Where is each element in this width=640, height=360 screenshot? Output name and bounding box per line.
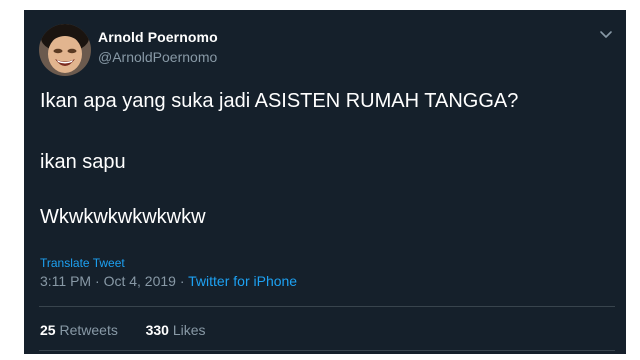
chevron-down-icon[interactable] xyxy=(598,28,614,40)
likes-stat[interactable]: 330 Likes xyxy=(146,322,206,338)
retweets-label: Retweets xyxy=(59,322,118,338)
tweet-source-link[interactable]: Twitter for iPhone xyxy=(188,273,297,289)
author-handle[interactable]: @ArnoldPoernomo xyxy=(98,49,217,65)
divider xyxy=(39,350,615,351)
translate-tweet-link[interactable]: Translate Tweet xyxy=(40,256,125,270)
tweet-text-line-2: ikan sapu xyxy=(40,151,126,173)
meta-separator: · xyxy=(95,273,100,289)
tweet-time[interactable]: 3:11 PM xyxy=(40,273,91,289)
tweet-text-line-3: Wkwkwkwkwkwkw xyxy=(40,206,206,228)
meta-separator: · xyxy=(179,273,185,289)
tweet-card: Arnold Poernomo @ArnoldPoernomo Ikan apa… xyxy=(24,10,626,354)
tweet-date[interactable]: Oct 4, 2019 xyxy=(104,273,176,289)
tweet-stats: 25 Retweets 330 Likes xyxy=(40,322,206,338)
avatar[interactable] xyxy=(39,24,91,76)
likes-count: 330 xyxy=(145,322,169,338)
author-name[interactable]: Arnold Poernomo xyxy=(98,29,218,45)
avatar-image xyxy=(39,24,91,76)
tweet-meta: 3:11 PM · Oct 4, 2019 · Twitter for iPho… xyxy=(40,273,297,289)
retweets-stat[interactable]: 25 Retweets xyxy=(40,322,122,338)
divider xyxy=(39,306,615,307)
likes-label: Likes xyxy=(172,322,206,338)
tweet-text-line-1: Ikan apa yang suka jadi ASISTEN RUMAH TA… xyxy=(40,90,519,112)
retweets-count: 25 xyxy=(40,322,56,338)
